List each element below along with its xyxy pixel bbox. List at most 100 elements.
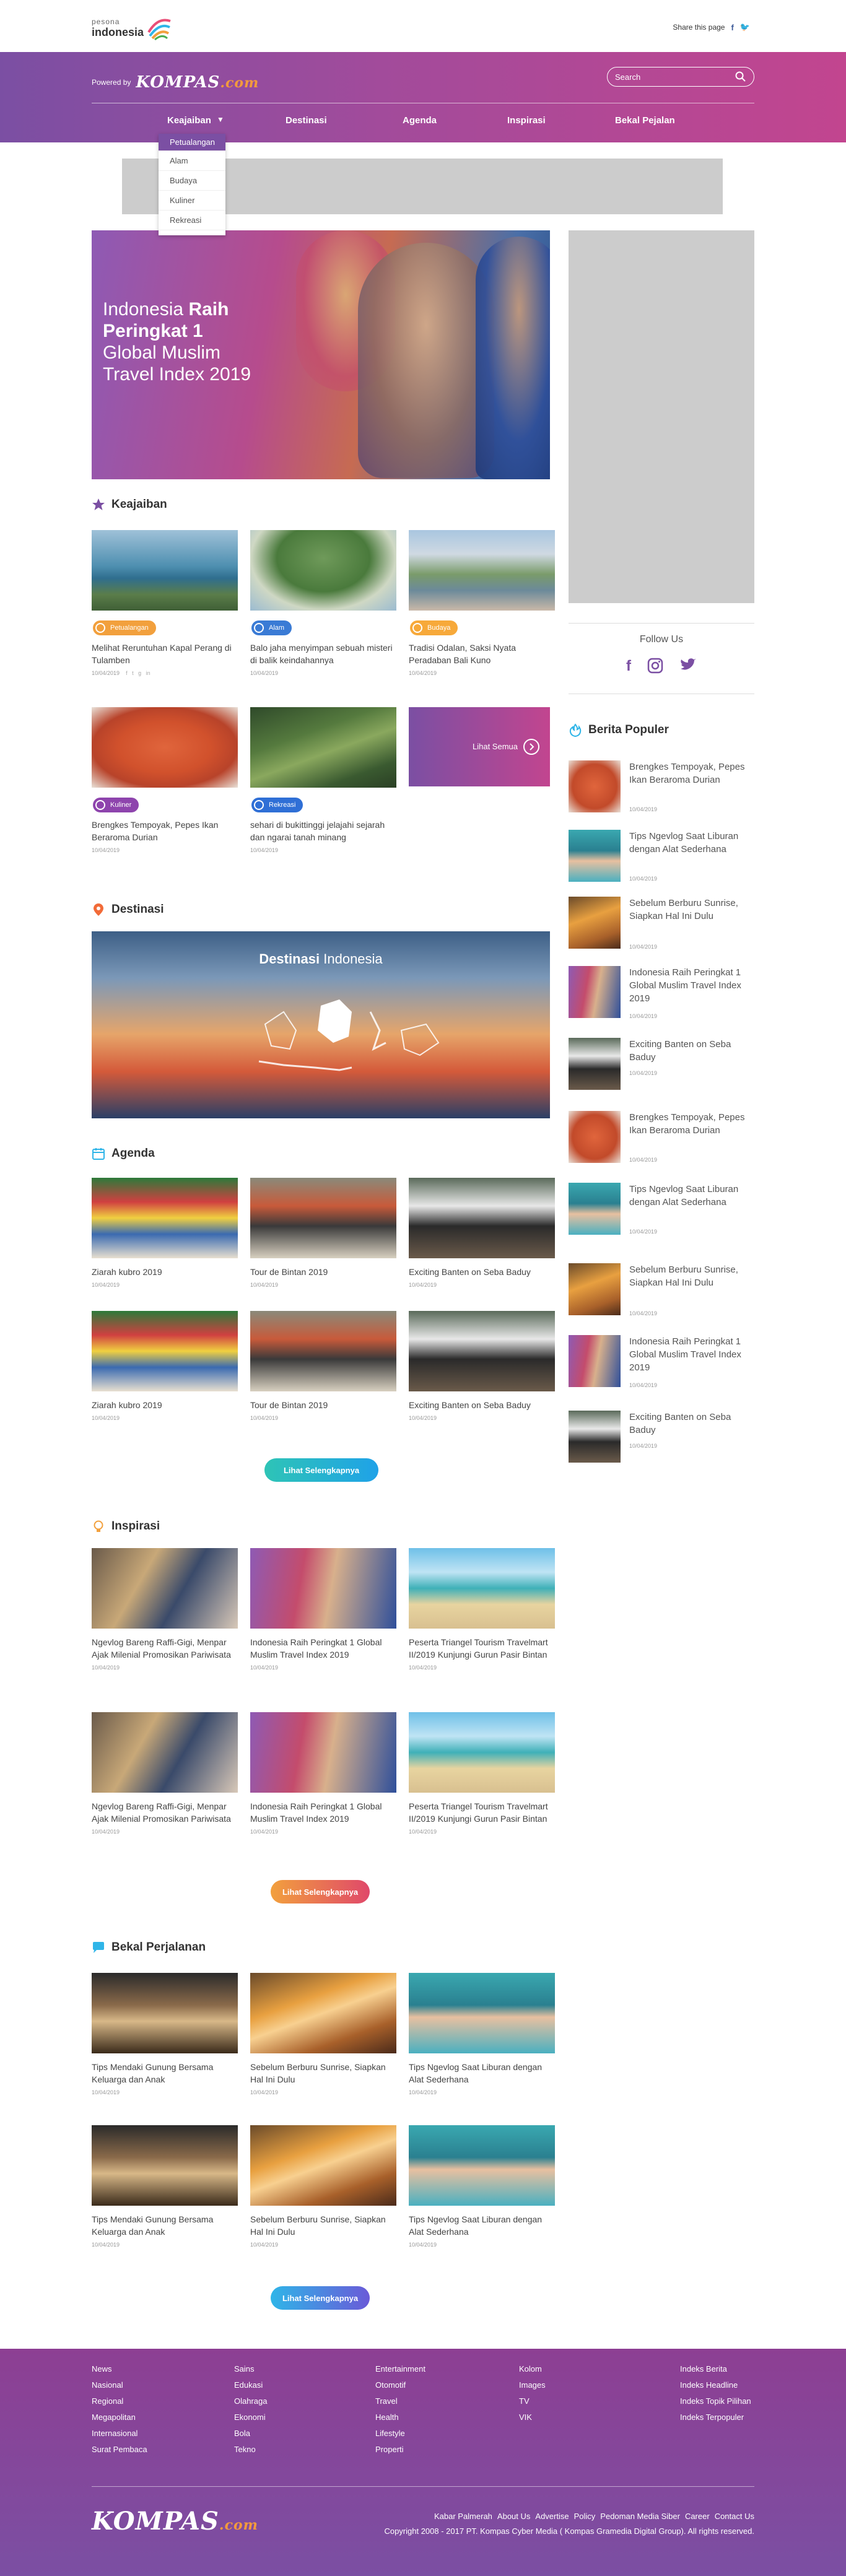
indonesia-map-icon[interactable] — [246, 987, 445, 1092]
footer-bottom-link[interactable]: Career — [685, 2512, 710, 2521]
footer-bottom-link[interactable]: Pedoman Media Siber — [600, 2512, 680, 2521]
footer-link[interactable]: Travel — [375, 2393, 425, 2409]
arrow-right-icon[interactable] — [523, 738, 540, 755]
popular-item[interactable]: Indonesia Raih Peringkat 1 Global Muslim… — [569, 966, 754, 1034]
agenda-card[interactable]: Ziarah kubro 2019 10/04/2019 — [92, 1311, 238, 1421]
footer-link[interactable]: Otomotif — [375, 2377, 425, 2393]
search-icon[interactable] — [735, 71, 746, 82]
facebook-icon[interactable]: f — [626, 658, 631, 675]
bekal-image[interactable] — [92, 2125, 238, 2206]
agenda-title[interactable]: Exciting Banten on Seba Baduy — [409, 1266, 555, 1278]
inspirasi-image[interactable] — [250, 1712, 396, 1793]
footer-bottom-link[interactable]: Policy — [574, 2512, 596, 2521]
nav-keajaiban[interactable]: Keajaiban — [167, 115, 211, 126]
footer-bottom-link[interactable]: About Us — [497, 2512, 530, 2521]
article-title[interactable]: Melihat Reruntuhan Kapal Perang di Tulam… — [92, 642, 238, 666]
footer-link[interactable]: Ekonomi — [234, 2409, 267, 2426]
inspirasi-card[interactable]: Peserta Triangel Tourism Travelmart II/2… — [409, 1548, 555, 1671]
popular-item[interactable]: Tips Ngevlog Saat Liburan dengan Alat Se… — [569, 830, 754, 898]
footer-link[interactable]: Kolom — [519, 2361, 546, 2377]
agenda-card[interactable]: Tour de Bintan 2019 10/04/2019 — [250, 1311, 396, 1421]
bekal-title[interactable]: Sebelum Berburu Sunrise, Siapkan Hal Ini… — [250, 2061, 396, 2086]
agenda-title[interactable]: Tour de Bintan 2019 — [250, 1399, 396, 1411]
agenda-card[interactable]: Ziarah kubro 2019 10/04/2019 — [92, 1178, 238, 1288]
instagram-icon[interactable] — [647, 658, 663, 674]
popular-thumb[interactable] — [569, 1111, 621, 1163]
popular-title[interactable]: Exciting Banten on Seba Baduy — [629, 1411, 753, 1437]
footer-link[interactable]: Indeks Topik Pilihan — [680, 2393, 751, 2409]
popular-item[interactable]: Sebelum Berburu Sunrise, Siapkan Hal Ini… — [569, 897, 754, 965]
footer-bottom-link[interactable]: Contact Us — [715, 2512, 754, 2521]
dropdown-item-rekreasi[interactable]: Rekreasi — [159, 211, 225, 230]
chevron-down-icon[interactable]: ▼ — [217, 115, 224, 124]
bekal-card[interactable]: Tips Mendaki Gunung Bersama Keluarga dan… — [92, 2125, 238, 2248]
bekal-image[interactable] — [92, 1973, 238, 2053]
article-image[interactable] — [92, 530, 238, 611]
agenda-card[interactable]: Exciting Banten on Seba Baduy 10/04/2019 — [409, 1178, 555, 1288]
inspirasi-image[interactable] — [92, 1712, 238, 1793]
footer-link[interactable]: News — [92, 2361, 147, 2377]
bekal-card[interactable]: Sebelum Berburu Sunrise, Siapkan Hal Ini… — [250, 2125, 396, 2248]
facebook-icon[interactable]: f — [731, 23, 733, 32]
dropdown-item-budaya[interactable]: Budaya — [159, 171, 225, 191]
agenda-title[interactable]: Exciting Banten on Seba Baduy — [409, 1399, 555, 1411]
article-image[interactable] — [92, 707, 238, 788]
inspirasi-card[interactable]: Indonesia Raih Peringkat 1 Global Muslim… — [250, 1548, 396, 1671]
inspirasi-card[interactable]: Ngevlog Bareng Raffi-Gigi, Menpar Ajak M… — [92, 1712, 238, 1835]
footer-link[interactable]: Nasional — [92, 2377, 147, 2393]
agenda-image[interactable] — [250, 1311, 396, 1391]
footer-link[interactable]: Edukasi — [234, 2377, 267, 2393]
footer-kompas-logo[interactable]: KOMPAS.com — [92, 2507, 258, 2536]
popular-item[interactable]: Exciting Banten on Seba Baduy 10/04/2019 — [569, 1411, 754, 1479]
bekal-image[interactable] — [409, 2125, 555, 2206]
agenda-more-button[interactable]: Lihat Selengkapnya — [264, 1458, 378, 1482]
popular-title[interactable]: Sebelum Berburu Sunrise, Siapkan Hal Ini… — [629, 897, 753, 923]
agenda-title[interactable]: Tour de Bintan 2019 — [250, 1266, 396, 1278]
category-badge[interactable]: Alam — [251, 620, 292, 635]
footer-link[interactable]: Indeks Headline — [680, 2377, 751, 2393]
inspirasi-title[interactable]: Peserta Triangel Tourism Travelmart II/2… — [409, 1636, 555, 1661]
footer-link[interactable]: Olahraga — [234, 2393, 267, 2409]
agenda-image[interactable] — [409, 1178, 555, 1258]
inspirasi-title[interactable]: Peserta Triangel Tourism Travelmart II/2… — [409, 1800, 555, 1825]
footer-link[interactable]: Internasional — [92, 2426, 147, 2442]
agenda-card[interactable]: Exciting Banten on Seba Baduy 10/04/2019 — [409, 1311, 555, 1421]
footer-link[interactable]: Lifestyle — [375, 2426, 425, 2442]
popular-thumb[interactable] — [569, 1335, 621, 1387]
inspirasi-title[interactable]: Ngevlog Bareng Raffi-Gigi, Menpar Ajak M… — [92, 1800, 238, 1825]
inspirasi-card[interactable]: Peserta Triangel Tourism Travelmart II/2… — [409, 1712, 555, 1835]
article-title[interactable]: Balo jaha menyimpan sebuah misteri di ba… — [250, 642, 396, 666]
hero-banner[interactable]: Indonesia Raih Peringkat 1 Global Muslim… — [92, 230, 550, 479]
popular-title[interactable]: Tips Ngevlog Saat Liburan dengan Alat Se… — [629, 1183, 753, 1209]
bekal-card[interactable]: Tips Mendaki Gunung Bersama Keluarga dan… — [92, 1973, 238, 2095]
dropdown-item-petualangan[interactable]: Petualangan — [159, 134, 225, 151]
agenda-title[interactable]: Ziarah kubro 2019 — [92, 1399, 238, 1411]
popular-thumb[interactable] — [569, 1263, 621, 1315]
footer-link[interactable]: Megapolitan — [92, 2409, 147, 2426]
popular-title[interactable]: Indonesia Raih Peringkat 1 Global Muslim… — [629, 1335, 753, 1374]
article-image[interactable] — [250, 707, 396, 788]
popular-item[interactable]: Exciting Banten on Seba Baduy 10/04/2019 — [569, 1038, 754, 1106]
popular-title[interactable]: Sebelum Berburu Sunrise, Siapkan Hal Ini… — [629, 1263, 753, 1289]
footer-bottom-link[interactable]: Kabar Palmerah — [434, 2512, 492, 2521]
article-card[interactable]: Petualangan Melihat Reruntuhan Kapal Per… — [92, 530, 238, 676]
article-title[interactable]: Brengkes Tempoyak, Pepes Ikan Beraroma D… — [92, 819, 238, 843]
footer-link[interactable]: Regional — [92, 2393, 147, 2409]
nav-agenda[interactable]: Agenda — [403, 115, 437, 126]
search-input[interactable] — [615, 72, 726, 82]
inspirasi-image[interactable] — [409, 1548, 555, 1629]
kompas-logo[interactable]: KOMPAS.com — [136, 73, 259, 92]
dropdown-item-kuliner[interactable]: Kuliner — [159, 191, 225, 211]
footer-link[interactable]: Surat Pembaca — [92, 2442, 147, 2458]
inspirasi-card[interactable]: Indonesia Raih Peringkat 1 Global Muslim… — [250, 1712, 396, 1835]
article-image[interactable] — [250, 530, 396, 611]
agenda-image[interactable] — [92, 1178, 238, 1258]
inspirasi-image[interactable] — [92, 1548, 238, 1629]
footer-link[interactable]: Sains — [234, 2361, 267, 2377]
ad-banner-side[interactable] — [569, 230, 754, 603]
popular-thumb[interactable] — [569, 1411, 621, 1463]
footer-link[interactable]: TV — [519, 2393, 546, 2409]
footer-link[interactable]: Properti — [375, 2442, 425, 2458]
bekal-more-button[interactable]: Lihat Selengkapnya — [271, 2286, 370, 2310]
inspirasi-title[interactable]: Ngevlog Bareng Raffi-Gigi, Menpar Ajak M… — [92, 1636, 238, 1661]
